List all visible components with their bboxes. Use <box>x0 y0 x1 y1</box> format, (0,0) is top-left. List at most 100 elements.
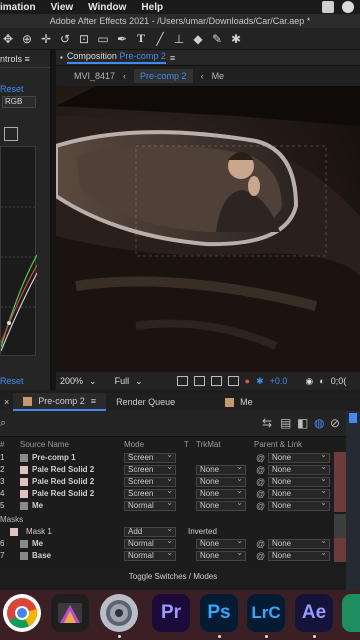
tab-menu-icon[interactable]: ≡ <box>91 396 96 406</box>
guides-icon[interactable] <box>227 376 239 386</box>
final-cut-pro-icon[interactable] <box>51 594 89 632</box>
crumb-precomp[interactable]: Pre-comp 2 <box>134 69 193 83</box>
pen-tool-icon[interactable]: ✒ <box>116 32 128 46</box>
mode-dropdown[interactable]: Normal <box>124 549 176 561</box>
crumb-mvi[interactable]: MVI_8417 <box>74 71 115 81</box>
playhead[interactable] <box>349 413 357 423</box>
close-icon[interactable]: × <box>0 393 13 411</box>
hand-tool-icon[interactable]: ✥ <box>2 32 14 46</box>
menu-view[interactable]: View <box>47 2 85 13</box>
region-of-interest-icon[interactable] <box>176 376 188 386</box>
column-t[interactable]: T <box>184 439 189 451</box>
rectangle-tool-icon[interactable]: ▭ <box>97 32 109 46</box>
pickwhip-icon[interactable]: @ <box>256 550 265 562</box>
reset-link-bottom[interactable]: Reset <box>0 376 24 386</box>
channel-select[interactable]: RGB <box>2 96 36 108</box>
pickwhip-icon[interactable]: @ <box>256 452 265 464</box>
layer-duration-bar[interactable] <box>334 526 346 538</box>
layer-row[interactable]: 5 Me Normal None @ None <box>0 499 346 512</box>
frame-blending-icon[interactable]: ⊘ <box>330 416 340 430</box>
layer-duration-bar[interactable] <box>334 452 346 464</box>
chrome-icon[interactable] <box>3 594 41 632</box>
trkmat-dropdown[interactable]: None <box>196 499 246 511</box>
mask-inverted-label[interactable]: Inverted <box>188 526 217 538</box>
comp-flowchart-icon[interactable]: ⇆ <box>262 416 272 430</box>
layer-row[interactable]: 4 Pale Red Solid 2 Screen None @ None <box>0 487 346 500</box>
pickwhip-icon[interactable]: @ <box>256 476 265 488</box>
tab-precomp-2[interactable]: Pre-comp 2 ≡ <box>13 393 107 411</box>
layer-row[interactable]: 3 Pale Red Solid 2 Screen None @ None <box>0 475 346 488</box>
chevron-down-icon[interactable]: ⌄ <box>89 376 97 387</box>
mask-row[interactable]: Mask 1 Add Inverted <box>0 525 346 538</box>
mask-visibility-icon[interactable] <box>210 376 222 386</box>
composition-viewer[interactable] <box>56 86 360 372</box>
snapshot-camera-icon[interactable]: ◉ <box>305 376 313 387</box>
exposure-reset-icon[interactable]: ✱ <box>256 376 264 387</box>
show-snapshot-icon[interactable]: ◐ <box>319 376 324 386</box>
draft-3d-icon[interactable]: ▤ <box>280 416 291 430</box>
layer-name[interactable]: Pale Red Solid 2 <box>32 464 94 476</box>
layer-name[interactable]: Me <box>32 500 43 512</box>
eraser-tool-icon[interactable]: ◆ <box>192 32 204 46</box>
layer-duration-bar[interactable] <box>334 476 346 488</box>
pan-tool-icon[interactable]: ✛ <box>40 32 52 46</box>
color-channels-icon[interactable]: ● <box>245 376 250 386</box>
layer-row[interactable]: 7 Base Normal None @ None <box>0 549 346 562</box>
transparency-grid-icon[interactable] <box>193 376 205 386</box>
curves-graph[interactable] <box>0 146 38 356</box>
mode-dropdown[interactable]: Normal <box>124 499 176 511</box>
pickwhip-icon[interactable]: @ <box>256 464 265 476</box>
reset-link-top[interactable]: Reset <box>0 84 24 94</box>
masks-label[interactable]: Masks <box>0 514 23 526</box>
column-mode[interactable]: Mode <box>124 439 144 451</box>
roto-brush-tool-icon[interactable]: ✎ <box>211 32 223 46</box>
curves-toggle-icon[interactable] <box>4 127 18 141</box>
pickwhip-icon[interactable]: @ <box>256 538 265 550</box>
layer-duration-bar[interactable] <box>334 464 346 476</box>
trkmat-dropdown[interactable]: None <box>196 549 246 561</box>
mask-name[interactable]: Mask 1 <box>26 526 52 538</box>
time-ruler[interactable] <box>346 411 360 591</box>
pickwhip-icon[interactable]: @ <box>256 488 265 500</box>
menu-animation[interactable]: imation <box>0 2 47 13</box>
layer-name[interactable]: Me <box>32 538 43 550</box>
layer-row[interactable]: 1 Pre-comp 1 Screen @ None <box>0 451 346 464</box>
circle-status-icon[interactable] <box>342 1 354 13</box>
chevron-down-icon[interactable]: ⌄ <box>135 376 143 387</box>
after-effects-icon[interactable]: Ae <box>295 594 333 632</box>
tab-render-queue[interactable]: Render Queue <box>106 393 185 411</box>
camera-tool-icon[interactable]: ⊡ <box>78 32 90 46</box>
toggle-switches-modes-button[interactable]: Toggle Switches / Modes <box>0 570 346 584</box>
layer-duration-bar[interactable] <box>334 500 346 512</box>
rotate-tool-icon[interactable]: ↺ <box>59 32 71 46</box>
composition-lock-icon[interactable]: ▪ <box>60 53 63 62</box>
app-icon-partial[interactable] <box>342 594 360 632</box>
column-trkmat[interactable]: TrkMat <box>196 439 221 451</box>
motion-blur-icon[interactable]: ◧ <box>297 416 308 430</box>
tab-me[interactable]: Me <box>185 393 263 411</box>
layer-duration-bar[interactable] <box>334 488 346 500</box>
record-icon[interactable] <box>322 1 334 13</box>
lightroom-classic-icon[interactable]: LrC <box>247 594 285 632</box>
resolution-select[interactable]: Full <box>115 376 130 386</box>
clone-stamp-tool-icon[interactable]: ⊥ <box>173 32 185 46</box>
zoom-level[interactable]: 200% <box>60 376 83 386</box>
exposure-value[interactable]: +0.0 <box>270 376 288 386</box>
layer-row[interactable]: 6 Me Normal None @ None <box>0 537 346 550</box>
column-source-name[interactable]: Source Name <box>20 439 69 451</box>
effect-controls-tab[interactable]: ntrols ≡ <box>0 50 50 68</box>
photoshop-icon[interactable]: Ps <box>200 594 238 632</box>
type-tool-icon[interactable]: T <box>135 31 147 46</box>
column-parent-link[interactable]: Parent & Link <box>254 439 302 451</box>
layer-duration-bar[interactable] <box>334 514 346 526</box>
menu-window[interactable]: Window <box>84 2 137 13</box>
current-time-display[interactable]: 0;0( <box>331 376 347 386</box>
layer-name[interactable]: Pre-comp 1 <box>32 452 76 464</box>
composition-tab[interactable]: Composition Pre-comp 2 <box>66 51 166 64</box>
mask-color-swatch[interactable] <box>10 528 18 536</box>
layer-duration-bar[interactable] <box>334 550 346 562</box>
compressor-icon[interactable] <box>100 594 138 632</box>
masks-group-row[interactable]: Masks <box>0 514 346 526</box>
pickwhip-icon[interactable]: @ <box>256 500 265 512</box>
layer-name[interactable]: Pale Red Solid 2 <box>32 488 94 500</box>
